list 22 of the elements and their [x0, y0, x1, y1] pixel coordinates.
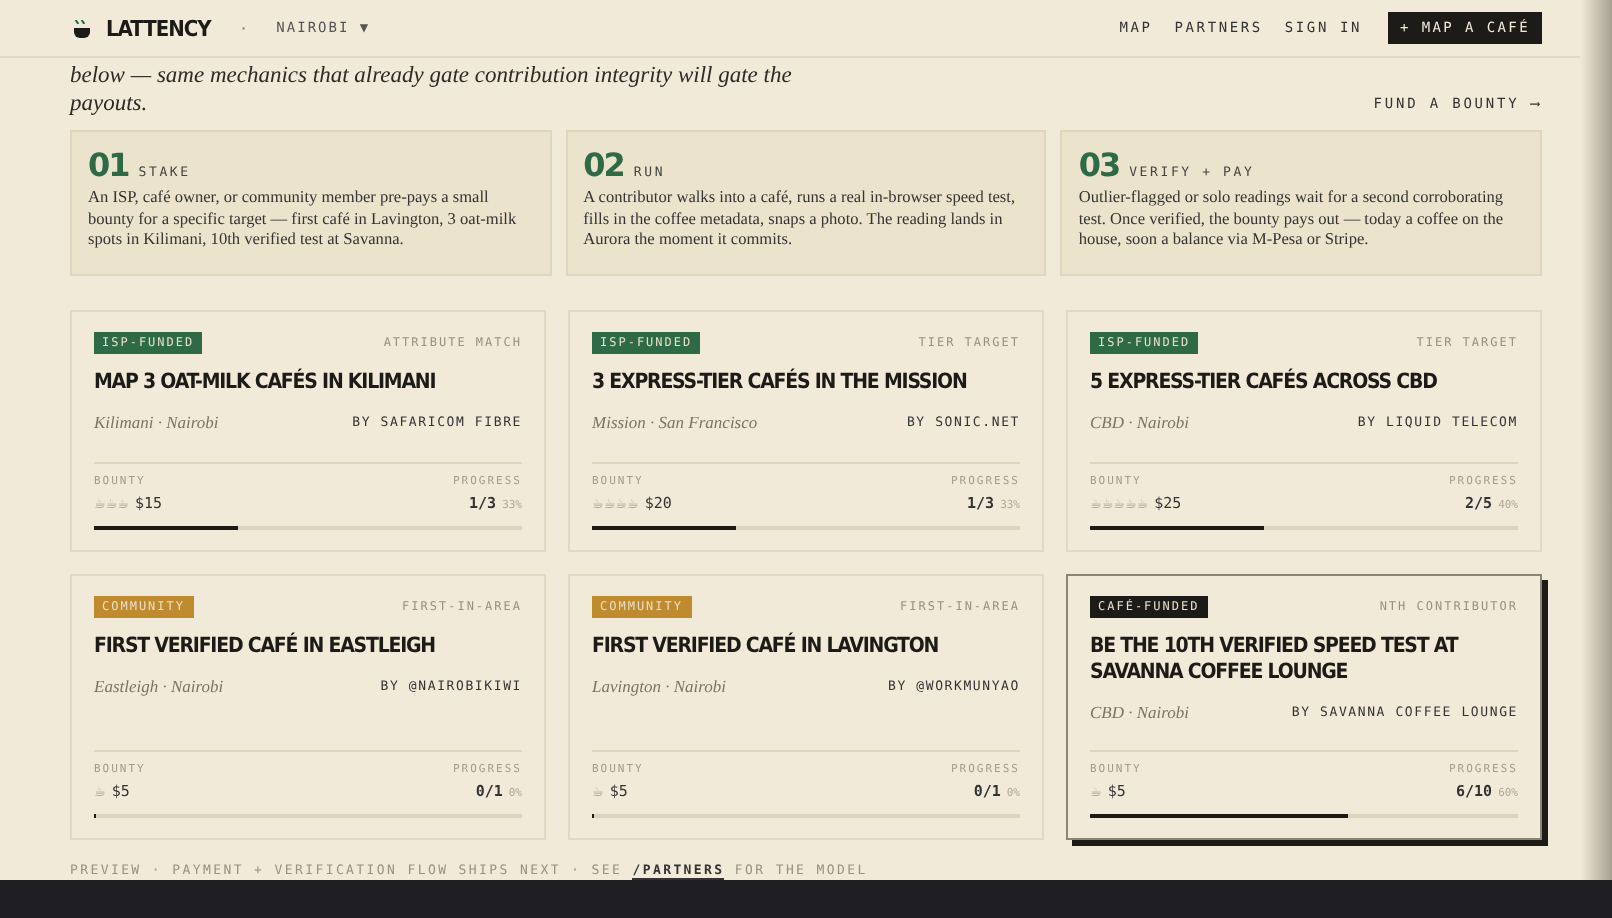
location-text: Mission · San Francisco	[592, 412, 758, 432]
bounty-title: 3 EXPRESS-TIER CAFÉS IN THE MISSION	[592, 370, 969, 396]
intro-text: below — same mechanics that already gate contribution integrity will gate the payouts.	[70, 62, 794, 118]
location-text: Eastleigh · Nairobi	[94, 676, 224, 696]
bounty-title: BE THE 10TH VERIFIED SPEED TEST AT SAVANNA COFFEE LOUNGE	[1090, 634, 1461, 686]
bounty-title: FIRST VERIFIED CAFÉ IN LAVINGTON	[592, 634, 941, 660]
step-text: Outlier-flagged or solo readings wait for a second corroborating test. Once verified, the bounty pays out — today a coffee on the house, soon a balance via M-Pesa or Stripe.	[1078, 188, 1506, 251]
bounty-title: FIRST VERIFIED CAFÉ IN EASTLEIGH	[94, 634, 437, 660]
bounty-title: MAP 3 OAT-MILK CAFÉS IN KILIMANI	[94, 370, 438, 396]
separator: ·	[238, 19, 249, 37]
location-text: CBD · Nairobi	[1090, 412, 1190, 432]
logo-text[interactable]: LATTENCY	[106, 15, 211, 41]
step-text: An ISP, café owner, or community member pre-pays a small bounty for a specific target — first café in Lavington, 3 oat-milk spots in Kilimani, 10th verified test at Savanna.	[88, 188, 519, 251]
step-text: A contributor walks into a café, runs a real in-browser speed test, fills in the coffee metadata, snaps a photo. The reading lands in Aurora the moment it commits.	[583, 188, 1018, 251]
location-text: Kilimani · Nairobi	[94, 412, 219, 432]
step-number: 03	[1078, 146, 1120, 184]
step-number: 01	[88, 146, 129, 184]
location-text: CBD · Nairobi	[1090, 702, 1190, 722]
bounty-title: 5 EXPRESS-TIER CAFÉS ACROSS CBD	[1090, 370, 1439, 396]
step-number: 02	[583, 146, 624, 184]
location-text: Lavington · Nairobi	[592, 676, 726, 696]
coffee-cup-icon	[72, 17, 94, 39]
